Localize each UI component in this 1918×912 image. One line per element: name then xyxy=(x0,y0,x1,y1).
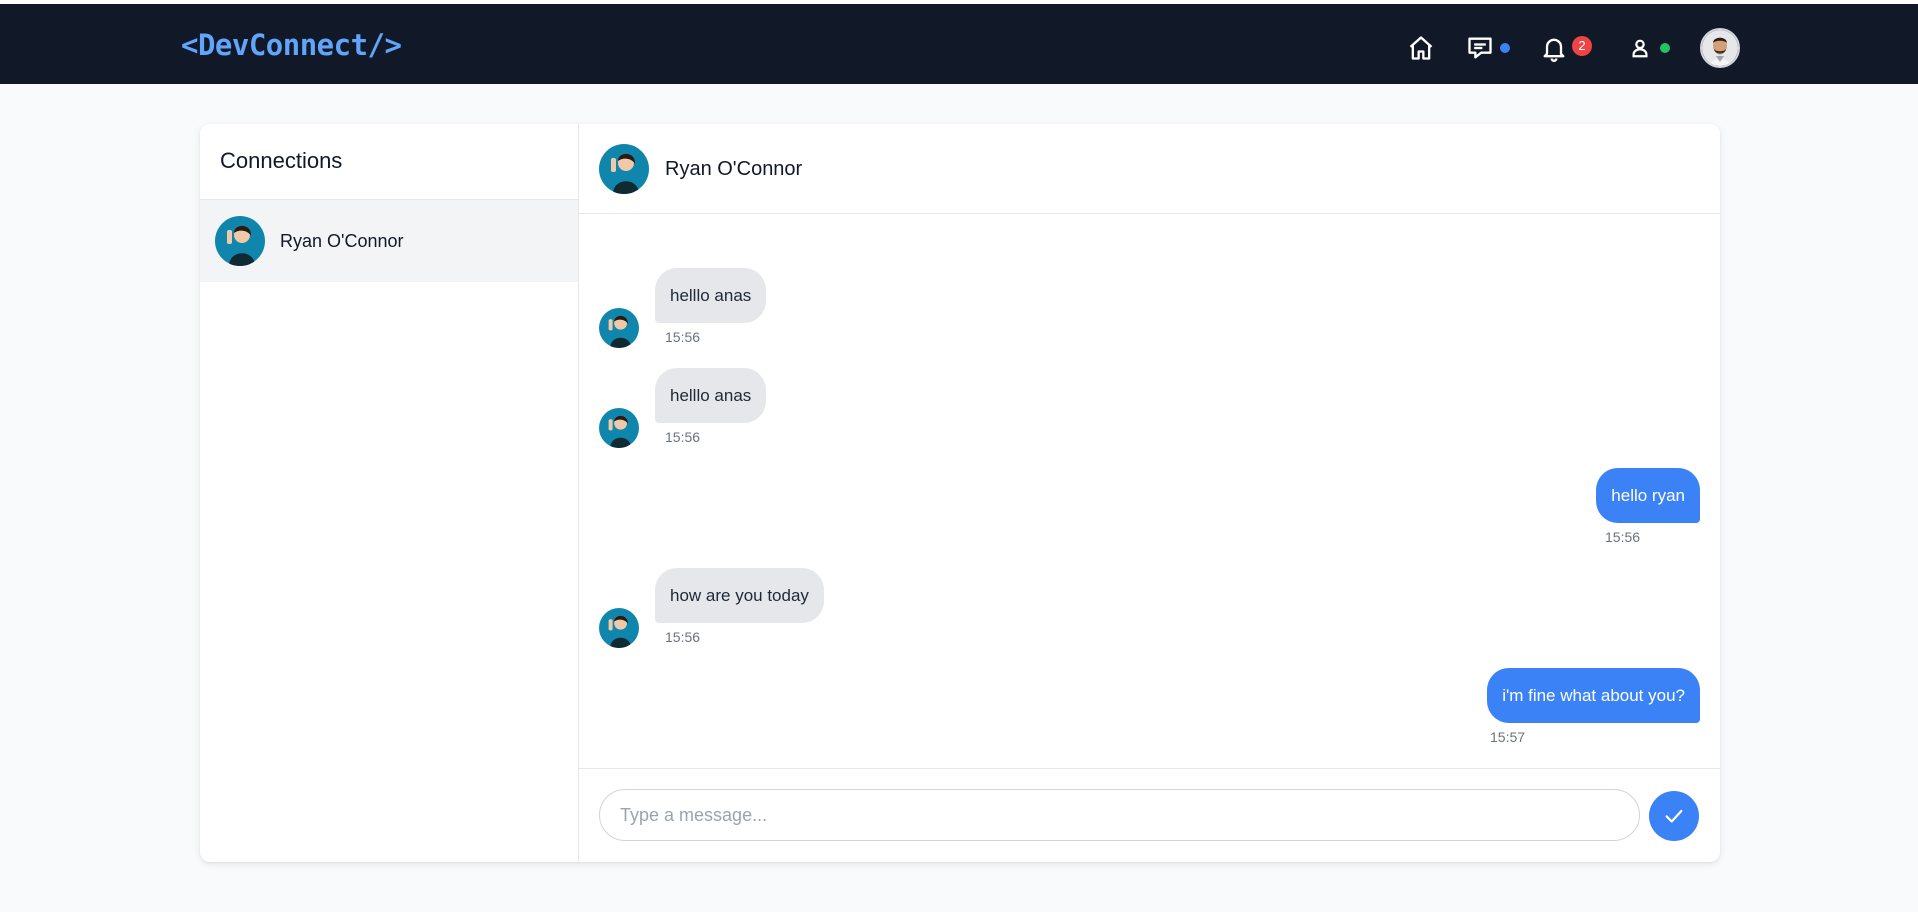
home-icon xyxy=(1409,36,1433,60)
navbar: <DevConnect/> 2 xyxy=(0,4,1918,84)
message-time: 15:57 xyxy=(1490,729,1526,745)
user-icon xyxy=(1632,39,1648,58)
contact-avatar[interactable] xyxy=(599,144,649,194)
message-time: 15:56 xyxy=(1605,529,1641,545)
app-logo[interactable]: <DevConnect/> xyxy=(181,28,402,62)
avatar xyxy=(215,216,265,266)
avatar xyxy=(599,408,639,448)
messaging-card: Connections Ryan O'Connor Ryan O'Connor … xyxy=(200,124,1720,862)
message-time: 15:56 xyxy=(665,429,701,445)
connection-name: Ryan O'Connor xyxy=(280,231,404,251)
chat-panel: Ryan O'Connor helllo anas 15:56 helllo a… xyxy=(579,124,1720,862)
messages-unread-dot xyxy=(1500,43,1510,53)
message-bubble-outgoing: hello ryan xyxy=(1596,468,1700,523)
message-bubble-incoming: helllo anas xyxy=(655,368,767,423)
notifications-badge: 2 xyxy=(1572,36,1592,56)
notifications-button[interactable]: 2 xyxy=(1534,28,1592,68)
message-bubble-outgoing: i'm fine what about you? xyxy=(1487,668,1700,723)
message-bubble-incoming: helllo anas xyxy=(655,268,767,323)
message-time: 15:56 xyxy=(665,629,701,645)
message-time: 15:56 xyxy=(665,329,701,345)
message-composer xyxy=(579,768,1720,862)
online-status-dot xyxy=(1660,43,1670,53)
messages-button[interactable] xyxy=(1460,28,1510,68)
check-icon xyxy=(1665,809,1683,823)
connections-sidebar: Connections Ryan O'Connor xyxy=(200,124,579,862)
user-avatar[interactable] xyxy=(1700,28,1740,68)
contact-name: Ryan O'Connor xyxy=(665,158,803,180)
chat-header: Ryan O'Connor xyxy=(579,124,1720,214)
profile-status-button[interactable] xyxy=(1620,28,1670,68)
avatar xyxy=(599,608,639,648)
message-input[interactable] xyxy=(599,789,1640,841)
connections-title: Connections xyxy=(220,148,343,173)
avatar xyxy=(599,308,639,348)
home-button[interactable] xyxy=(1401,28,1441,68)
messages-icon xyxy=(1468,37,1492,59)
bell-icon xyxy=(1543,38,1565,62)
connection-item[interactable]: Ryan O'Connor xyxy=(200,200,578,282)
message-bubble-incoming: how are you today xyxy=(655,568,824,623)
user-avatar-image xyxy=(1702,30,1738,66)
send-button[interactable] xyxy=(1649,791,1699,841)
